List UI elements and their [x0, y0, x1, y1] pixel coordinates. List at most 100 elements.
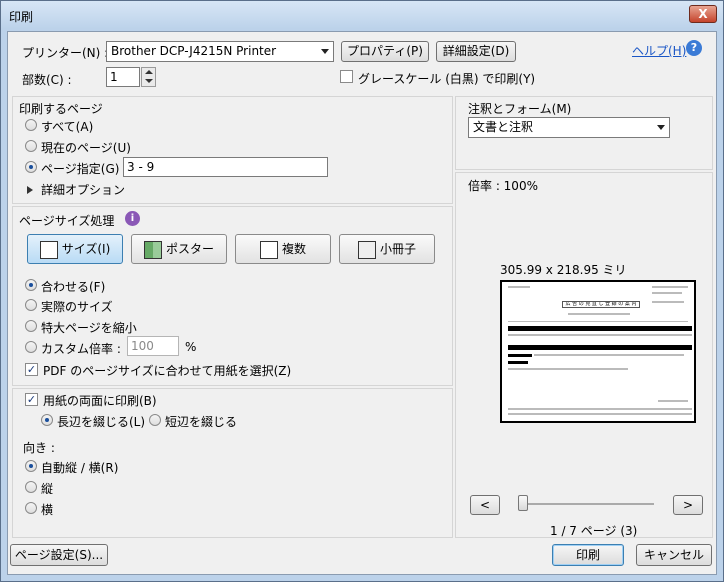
preview-redaction — [508, 345, 692, 350]
long-edge-radio[interactable] — [41, 414, 53, 426]
prev-page-button[interactable]: < — [470, 495, 500, 515]
preview-line — [652, 301, 684, 303]
copies-stepper[interactable] — [141, 67, 156, 87]
spin-down-icon[interactable] — [145, 79, 153, 83]
preview-line — [508, 368, 628, 370]
pages-current-label: 現在のページ(U) — [41, 141, 131, 155]
page-slider-thumb[interactable] — [518, 495, 528, 511]
pages-panel: 印刷するページ すべて(A) 現在のページ(U) ページ指定(G) 3 - 9 … — [12, 96, 453, 204]
poster-grid-icon — [143, 240, 162, 259]
booklet-mode-label: 小冊子 — [379, 242, 416, 256]
custom-scale-label: カスタム倍率 : — [41, 342, 121, 356]
orientation-auto-radio[interactable] — [25, 460, 37, 472]
help-link[interactable]: ヘルプ(H) — [632, 42, 686, 59]
preview-line — [508, 321, 688, 322]
properties-button[interactable]: プロパティ(P) — [341, 41, 429, 62]
cancel-button[interactable]: キャンセル — [636, 544, 712, 566]
size-mode-label: サイズ(I) — [61, 242, 111, 256]
custom-scale-field[interactable]: 100 — [127, 336, 179, 356]
orientation-landscape-label: 横 — [41, 503, 54, 517]
sizing-heading: ページサイズ処理 — [19, 214, 115, 228]
help-icon[interactable]: ? — [686, 40, 702, 56]
shrink-radio[interactable] — [25, 320, 37, 332]
preview-redaction — [508, 326, 692, 331]
preview-line — [508, 286, 530, 288]
orientation-portrait-radio[interactable] — [25, 481, 37, 493]
annotations-heading: 注釈とフォーム(M) — [468, 102, 572, 116]
advanced-button[interactable]: 詳細設定(D) — [436, 41, 516, 62]
annotations-select[interactable]: 文書と注釈 — [468, 117, 670, 138]
orientation-portrait-label: 縦 — [41, 482, 54, 496]
multiple-mode-button[interactable]: 複数 — [235, 234, 331, 264]
spin-up-icon[interactable] — [145, 70, 153, 74]
orientation-auto-label: 自動縦 / 横(R) — [41, 461, 119, 475]
title-bar: 印刷 X — [1, 1, 723, 29]
preview-line — [508, 413, 692, 415]
poster-mode-button[interactable]: ポスター — [131, 234, 227, 264]
printer-select-value: Brother DCP-J4215N Printer — [111, 44, 277, 58]
info-icon[interactable]: i — [125, 211, 140, 226]
long-edge-label: 長辺を綴じる(L) — [57, 415, 146, 429]
chevron-down-icon — [657, 125, 665, 130]
duplex-checkbox[interactable]: ✓ — [25, 393, 38, 406]
more-options-link[interactable]: 詳細オプション — [41, 181, 125, 198]
page-indicator: 1 / 7 ページ (3) — [550, 524, 638, 538]
preview-panel: 倍率 : 100% 305.99 x 218.95 ミリ 広 告 の 見 直 し… — [455, 172, 713, 538]
choose-paper-checkbox[interactable]: ✓ — [25, 363, 38, 376]
expand-triangle-icon[interactable] — [27, 186, 33, 194]
dialog-body: プリンター(N) : Brother DCP-J4215N Printer プロ… — [7, 31, 717, 575]
fit-arrows-icon — [39, 240, 58, 259]
chevron-down-icon — [321, 49, 329, 54]
duplex-label: 用紙の両面に印刷(B) — [43, 394, 157, 408]
grayscale-label: グレースケール (白黒) で印刷(Y) — [358, 72, 536, 86]
copies-field[interactable]: 1 — [106, 67, 140, 87]
shrink-label: 特大ページを縮小 — [41, 321, 137, 335]
actual-size-label: 実際のサイズ — [41, 300, 113, 314]
pages-range-radio[interactable] — [25, 161, 37, 173]
next-page-button[interactable]: > — [673, 495, 703, 515]
preview-line — [508, 334, 692, 336]
grayscale-checkbox[interactable] — [340, 70, 353, 83]
print-dialog: 印刷 X プリンター(N) : Brother DCP-J4215N Print… — [0, 0, 724, 582]
multiple-pages-icon — [259, 240, 278, 259]
preview-line — [658, 400, 688, 402]
pages-all-label: すべて(A) — [41, 120, 94, 134]
copies-label: 部数(C) : — [22, 73, 72, 87]
printer-select[interactable]: Brother DCP-J4215N Printer — [106, 41, 334, 62]
print-button[interactable]: 印刷 — [552, 544, 624, 566]
annotations-select-value: 文書と注釈 — [473, 120, 534, 134]
pages-current-radio[interactable] — [25, 140, 37, 152]
pages-heading: 印刷するページ — [19, 102, 103, 116]
orientation-landscape-radio[interactable] — [25, 502, 37, 514]
window-title: 印刷 — [9, 10, 34, 24]
fit-label: 合わせる(F) — [41, 280, 106, 294]
preview-line — [534, 354, 684, 356]
fit-radio[interactable] — [25, 279, 37, 291]
short-edge-label: 短辺を綴じる — [165, 415, 238, 429]
page-slider-track[interactable] — [518, 503, 654, 505]
custom-scale-radio[interactable] — [25, 341, 37, 353]
pages-range-field[interactable]: 3 - 9 — [123, 157, 328, 177]
paper-dimensions: 305.99 x 218.95 ミリ — [500, 263, 627, 277]
poster-mode-label: ポスター — [165, 242, 214, 256]
preview-line — [652, 292, 682, 294]
pages-all-radio[interactable] — [25, 119, 37, 131]
booklet-icon — [357, 240, 376, 259]
page-sizing-panel: ページサイズ処理 i サイズ(I) ポスター 複数 小冊子 合わせる(F) 実際… — [12, 206, 453, 386]
short-edge-radio[interactable] — [149, 414, 161, 426]
multiple-mode-label: 複数 — [281, 242, 306, 256]
annotations-panel: 注釈とフォーム(M) 文書と注釈 — [455, 96, 713, 170]
preview-line — [568, 313, 630, 315]
choose-paper-label: PDF のページサイズに合わせて用紙を選択(Z) — [43, 364, 292, 378]
actual-size-radio[interactable] — [25, 299, 37, 311]
size-mode-button[interactable]: サイズ(I) — [27, 234, 123, 264]
page-setup-button[interactable]: ページ設定(S)... — [10, 544, 108, 566]
duplex-panel: ✓ 用紙の両面に印刷(B) 長辺を綴じる(L) 短辺を綴じる 向き : 自動縦 … — [12, 388, 453, 538]
preview-line — [652, 286, 688, 288]
preview-line — [508, 408, 692, 410]
booklet-mode-button[interactable]: 小冊子 — [339, 234, 435, 264]
custom-scale-unit: % — [185, 340, 197, 354]
printer-label: プリンター(N) : — [22, 46, 109, 60]
orientation-heading: 向き : — [23, 441, 55, 455]
close-button[interactable]: X — [689, 5, 717, 23]
